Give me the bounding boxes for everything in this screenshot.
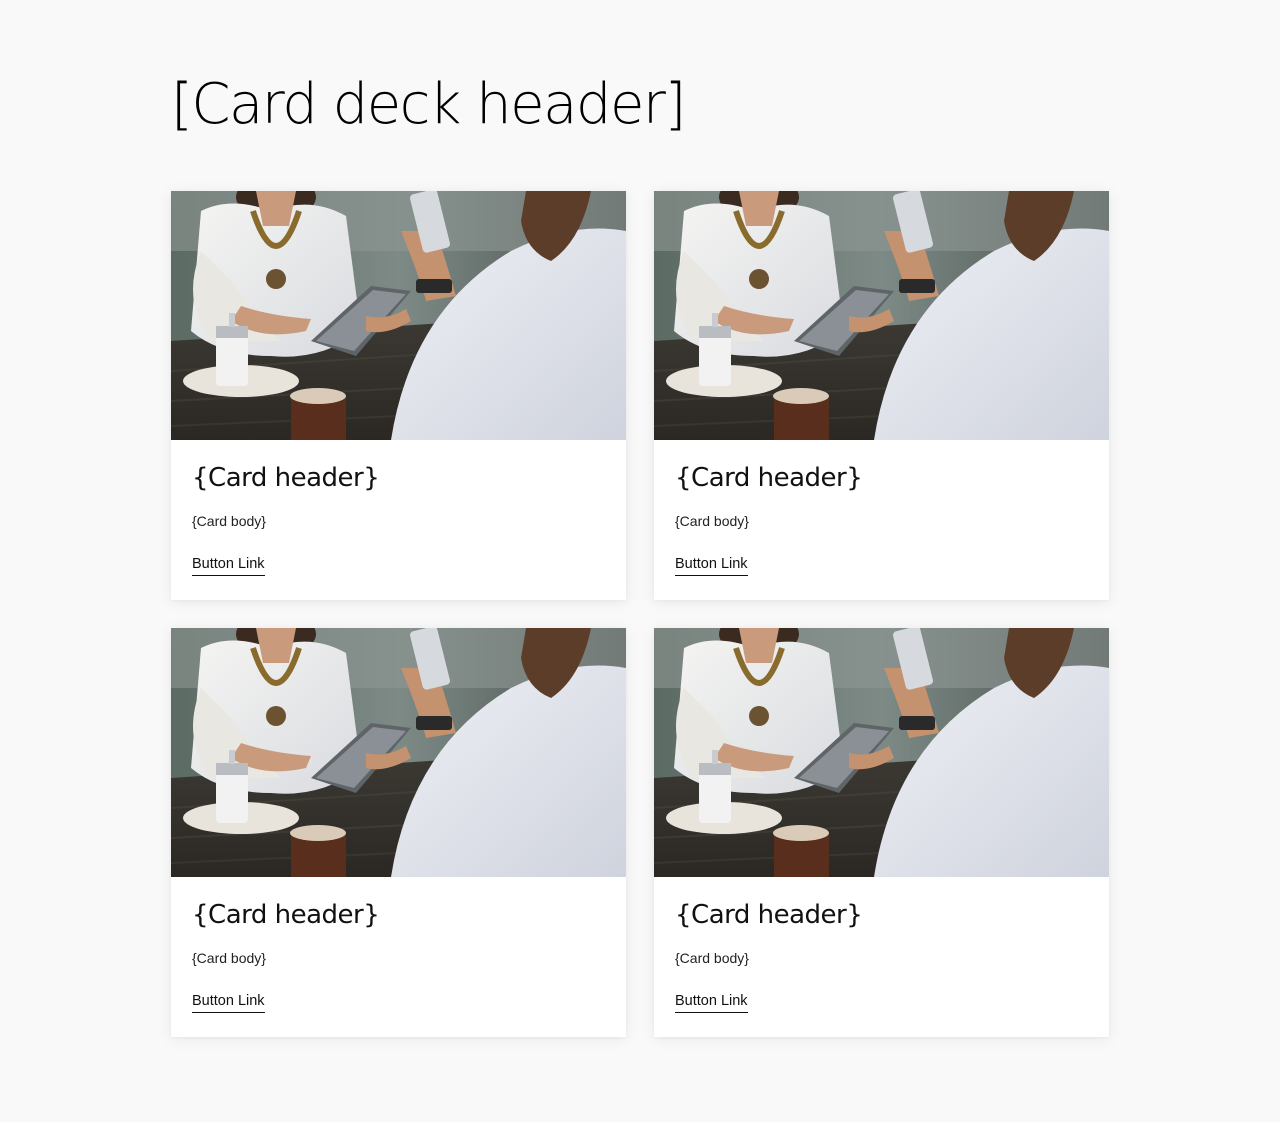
card-image (171, 191, 626, 440)
card-body: {Card body} (192, 513, 266, 529)
card: {Card header} {Card body} Button Link (171, 628, 626, 1037)
card-image (171, 628, 626, 877)
card-image (654, 628, 1109, 877)
card-button-link[interactable]: Button Link (675, 554, 748, 576)
card-button-link[interactable]: Button Link (675, 991, 748, 1013)
card-deck: {Card header} {Card body} Button Link {C… (171, 191, 1109, 1037)
card-deck-header: [Card deck header] (171, 72, 686, 137)
card-image (654, 191, 1109, 440)
card: {Card header} {Card body} Button Link (654, 628, 1109, 1037)
card-button-link[interactable]: Button Link (192, 554, 265, 576)
card-button-link[interactable]: Button Link (192, 991, 265, 1013)
card-body: {Card body} (675, 513, 749, 529)
card: {Card header} {Card body} Button Link (171, 191, 626, 600)
card-header: {Card header} (675, 463, 863, 493)
page: [Card deck header] {Card header} {Card b… (0, 0, 1280, 1122)
card-header: {Card header} (675, 900, 863, 930)
card-header: {Card header} (192, 900, 380, 930)
card-header: {Card header} (192, 463, 380, 493)
card-body: {Card body} (675, 950, 749, 966)
card-body: {Card body} (192, 950, 266, 966)
card: {Card header} {Card body} Button Link (654, 191, 1109, 600)
